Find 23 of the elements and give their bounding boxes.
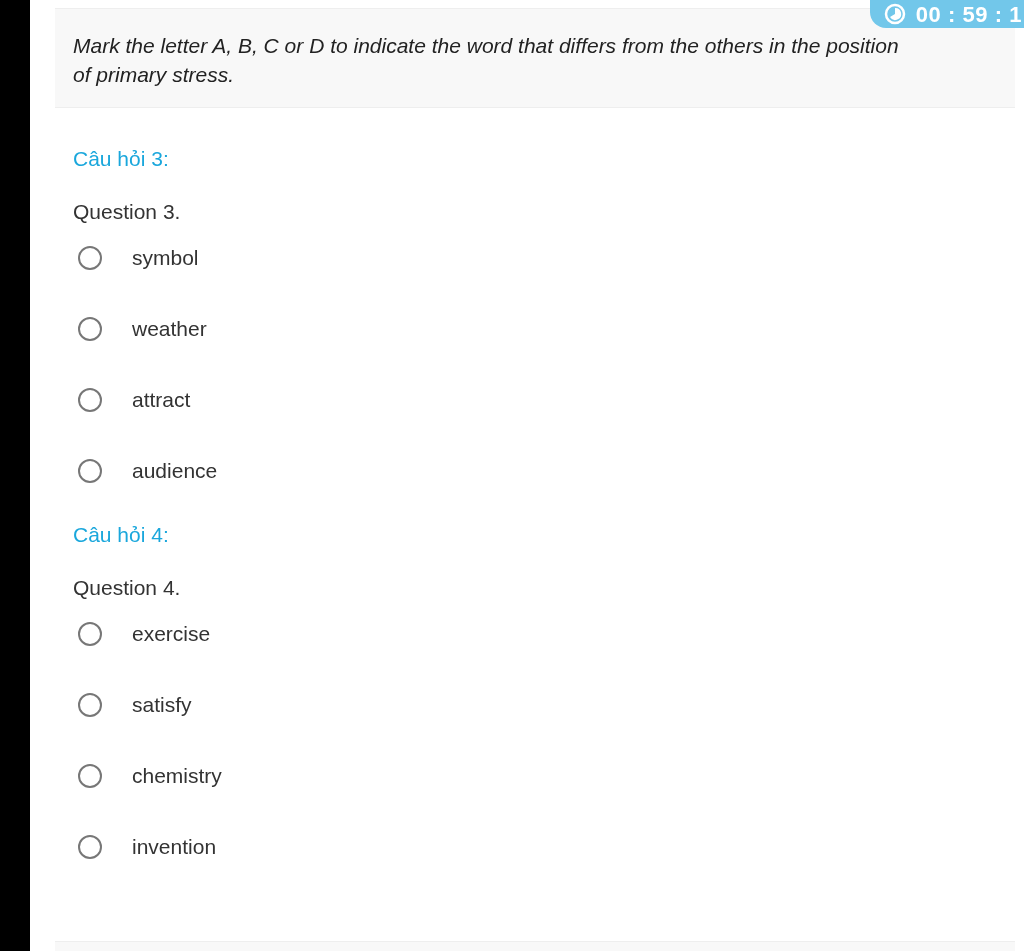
radio-button[interactable] bbox=[78, 764, 102, 788]
instructions-text: Mark the letter A, B, C or D to indicate the word that differs from the others in the position of primary stress. bbox=[73, 33, 900, 88]
question-text: Question 4. bbox=[73, 575, 182, 601]
option-label[interactable]: chemistry bbox=[132, 760, 222, 792]
option-label[interactable]: exercise bbox=[132, 618, 211, 650]
radio-button[interactable] bbox=[78, 459, 102, 483]
option-label[interactable]: weather bbox=[132, 313, 207, 345]
radio-button[interactable] bbox=[78, 246, 102, 270]
option-label[interactable]: invention bbox=[132, 831, 217, 863]
radio-button[interactable] bbox=[78, 388, 102, 412]
option-label[interactable]: symbol bbox=[132, 242, 199, 274]
option-label[interactable]: attract bbox=[132, 384, 191, 416]
radio-button[interactable] bbox=[78, 693, 102, 717]
radio-button[interactable] bbox=[78, 317, 102, 341]
question-text: Question 3. bbox=[73, 199, 182, 225]
question-heading: Câu hỏi 3: bbox=[73, 146, 170, 172]
clock-icon bbox=[883, 3, 906, 25]
question-heading: Câu hỏi 4: bbox=[73, 522, 170, 548]
radio-button[interactable] bbox=[78, 835, 102, 859]
radio-button[interactable] bbox=[78, 622, 102, 646]
option-label[interactable]: audience bbox=[132, 455, 218, 487]
timer-text: 00 : 59 : 1 bbox=[915, 0, 1022, 29]
option-label[interactable]: satisfy bbox=[132, 689, 192, 721]
